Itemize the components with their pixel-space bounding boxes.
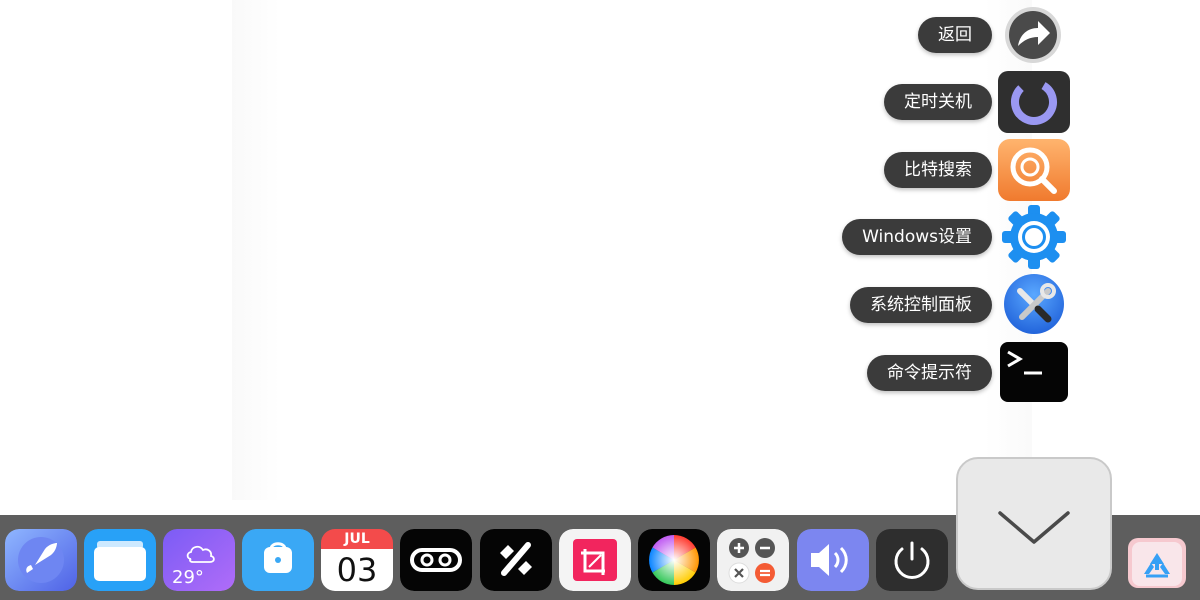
folder-icon[interactable] bbox=[84, 529, 156, 591]
menu-item-cmd-label[interactable]: 命令提示符 bbox=[867, 355, 992, 391]
menu-item-shutdown-label[interactable]: 定时关机 bbox=[884, 84, 992, 120]
terminal-icon[interactable] bbox=[1000, 342, 1068, 402]
gear-icon[interactable] bbox=[998, 205, 1070, 269]
cloud-icon[interactable]: 29° bbox=[163, 529, 235, 591]
tools-icon[interactable] bbox=[998, 273, 1070, 335]
share-arrow-icon[interactable] bbox=[1000, 4, 1066, 66]
weather-temperature: 29° bbox=[172, 567, 204, 588]
desktop: 返回 定时关机 比特搜索 Windows设置 系统控制面板 命令提示符 29° … bbox=[0, 0, 1200, 600]
infinity-icon[interactable] bbox=[400, 529, 472, 591]
chevron-down-icon bbox=[998, 511, 1070, 544]
rocket-icon[interactable] bbox=[5, 529, 77, 591]
calendar-icon[interactable]: JUL 03 bbox=[321, 529, 393, 591]
speaker-icon[interactable] bbox=[797, 529, 869, 591]
timer-ring-icon[interactable] bbox=[998, 71, 1070, 133]
search-magnifier-icon[interactable] bbox=[998, 139, 1070, 201]
calendar-month: JUL bbox=[321, 529, 393, 549]
crop-icon[interactable] bbox=[559, 529, 631, 591]
calculator-icon[interactable] bbox=[717, 529, 789, 591]
shopping-bag-icon[interactable] bbox=[242, 529, 314, 591]
power-icon[interactable] bbox=[876, 529, 948, 591]
recycle-bin-icon[interactable] bbox=[1124, 530, 1190, 592]
menu-item-windows-settings-label[interactable]: Windows设置 bbox=[842, 219, 992, 255]
expand-menu-button[interactable] bbox=[956, 457, 1112, 590]
menu-item-control-panel-label[interactable]: 系统控制面板 bbox=[850, 287, 992, 323]
menu-item-back-label[interactable]: 返回 bbox=[918, 17, 992, 53]
percent-icon[interactable] bbox=[480, 529, 552, 591]
color-wheel-icon[interactable] bbox=[638, 529, 710, 591]
menu-item-search-label[interactable]: 比特搜索 bbox=[884, 152, 992, 188]
calendar-day: 03 bbox=[321, 549, 393, 591]
